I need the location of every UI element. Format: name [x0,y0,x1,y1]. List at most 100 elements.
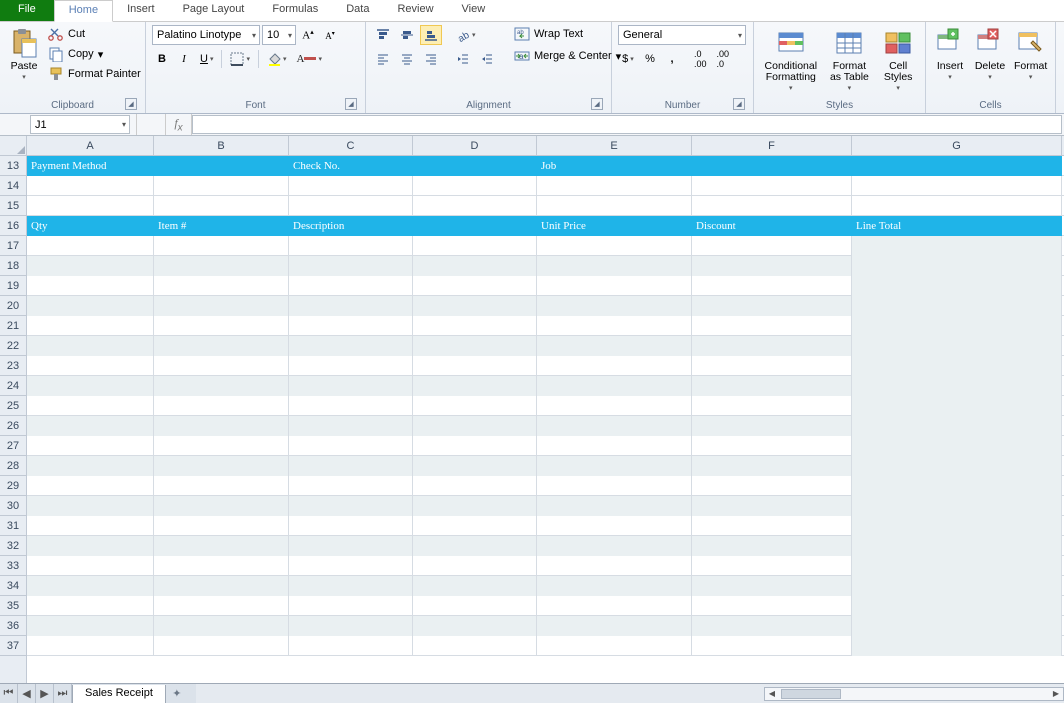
cell[interactable] [289,416,413,436]
italic-button[interactable]: I [174,49,194,69]
cell[interactable] [537,356,692,376]
copy-button[interactable]: Copy▾ [46,45,143,63]
sheet-nav-last[interactable]: ⏭ [54,684,72,703]
col-header-g[interactable]: G [852,136,1062,155]
cell[interactable] [154,316,289,336]
cell[interactable] [537,276,692,296]
cell[interactable] [154,256,289,276]
cell[interactable] [27,556,154,576]
bold-button[interactable]: B [152,49,172,69]
cell[interactable] [27,316,154,336]
cell[interactable] [852,416,1062,436]
sheet-tab-active[interactable]: Sales Receipt [72,685,166,703]
cell[interactable] [413,156,537,176]
cell[interactable] [154,456,289,476]
cell[interactable] [413,416,537,436]
cell[interactable] [692,256,852,276]
font-color-button[interactable]: A▾ [293,49,326,69]
cell[interactable] [413,636,537,656]
cell[interactable] [852,176,1062,196]
font-name-select[interactable]: Palatino Linotype [152,25,260,45]
cell[interactable] [154,516,289,536]
conditional-formatting-button[interactable]: Conditional Formatting▾ [760,25,822,98]
cell[interactable] [413,356,537,376]
cell[interactable] [413,176,537,196]
row-header[interactable]: 19 [0,276,26,296]
row-header[interactable]: 22 [0,336,26,356]
cell[interactable]: Unit Price [537,216,692,236]
row-header[interactable]: 24 [0,376,26,396]
cell[interactable] [289,636,413,656]
cell[interactable] [537,316,692,336]
cell[interactable] [413,516,537,536]
cell[interactable] [289,276,413,296]
font-size-select[interactable]: 10 [262,25,296,45]
cell[interactable] [289,316,413,336]
cell[interactable] [27,196,154,216]
cell[interactable] [289,436,413,456]
cell[interactable] [852,536,1062,556]
cell[interactable] [692,456,852,476]
cancel-formula-button[interactable] [136,114,166,135]
cell[interactable] [413,456,537,476]
tab-home[interactable]: Home [54,0,113,22]
cell[interactable] [289,356,413,376]
cell[interactable] [537,516,692,536]
cell[interactable] [537,336,692,356]
cell[interactable] [692,616,852,636]
cell[interactable]: Discount [692,216,852,236]
cell[interactable] [289,336,413,356]
cell[interactable] [289,296,413,316]
increase-decimal-button[interactable]: .0.00 [690,49,711,69]
cell[interactable] [154,396,289,416]
cell[interactable] [154,556,289,576]
col-header-b[interactable]: B [154,136,289,155]
cell[interactable] [413,576,537,596]
cell[interactable] [154,296,289,316]
row-header[interactable]: 34 [0,576,26,596]
accounting-format-button[interactable]: $▾ [618,49,638,69]
cell[interactable] [27,536,154,556]
cell[interactable] [852,296,1062,316]
align-middle-button[interactable] [396,25,418,45]
cell[interactable] [852,276,1062,296]
cell[interactable] [27,176,154,196]
cell[interactable] [27,436,154,456]
formula-input[interactable] [192,115,1062,134]
cell[interactable] [413,396,537,416]
cell[interactable] [692,516,852,536]
insert-cells-button[interactable]: Insert▾ [932,25,968,98]
cell[interactable] [852,596,1062,616]
cell[interactable] [852,196,1062,216]
cell[interactable] [852,336,1062,356]
col-header-a[interactable]: A [27,136,154,155]
tab-file[interactable]: File [0,0,54,21]
increase-indent-button[interactable] [476,49,498,69]
cell[interactable] [852,496,1062,516]
row-header[interactable]: 35 [0,596,26,616]
merge-center-button[interactable]: a Merge & Center▾ [512,47,623,65]
cell[interactable] [537,536,692,556]
cell[interactable] [27,336,154,356]
cell[interactable] [27,296,154,316]
row-header[interactable]: 23 [0,356,26,376]
cell[interactable] [154,336,289,356]
cell[interactable]: Check No. [289,156,413,176]
row-header[interactable]: 21 [0,316,26,336]
tab-page-layout[interactable]: Page Layout [169,0,259,21]
row-header[interactable]: 13 [0,156,26,176]
align-center-button[interactable] [396,49,418,69]
cell[interactable] [154,616,289,636]
row-header[interactable]: 26 [0,416,26,436]
cell[interactable] [154,156,289,176]
cell[interactable] [413,616,537,636]
sheet-nav-next[interactable]: ▶ [36,684,54,703]
cell[interactable] [537,416,692,436]
delete-cells-button[interactable]: Delete▾ [972,25,1008,98]
cell[interactable] [154,176,289,196]
cell[interactable] [537,176,692,196]
cell[interactable] [537,236,692,256]
row-header[interactable]: 30 [0,496,26,516]
cell[interactable]: Item # [154,216,289,236]
col-header-e[interactable]: E [537,136,692,155]
